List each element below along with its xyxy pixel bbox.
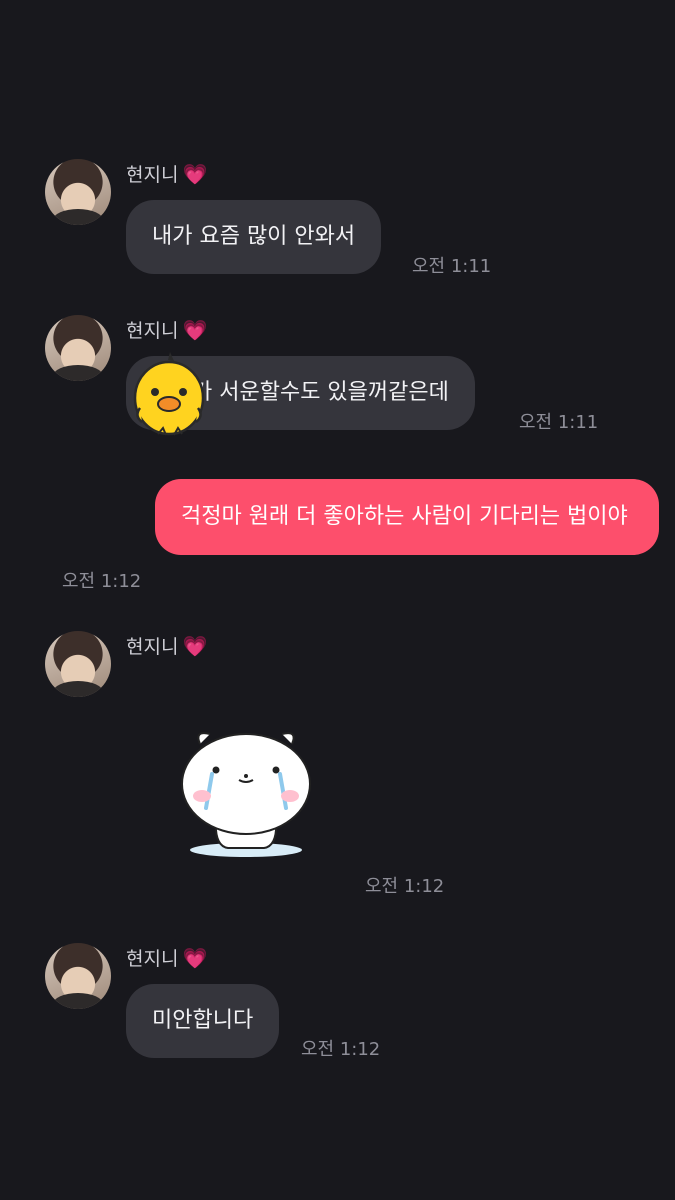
message-time: 오전 1:12 xyxy=(62,571,142,592)
chick-sticker[interactable] xyxy=(130,352,208,438)
message-time: 오전 1:12 xyxy=(365,876,445,897)
sender-name: 현지니 💗 xyxy=(126,945,208,971)
avatar[interactable] xyxy=(45,631,111,697)
sender-name: 현지니 💗 xyxy=(126,317,208,343)
message-time: 오전 1:11 xyxy=(519,412,599,433)
message-bubble[interactable]: 미안합니다 xyxy=(126,984,280,1058)
message-bubble[interactable]: 걱정마 원래 더 좋아하는 사람이 기다리는 법이야 xyxy=(155,479,659,555)
heart-icon: 💗 xyxy=(182,317,208,342)
avatar[interactable] xyxy=(45,943,111,1009)
message-bubble[interactable]: 내가 요즘 많이 안와서 xyxy=(126,200,382,274)
message-time: 오전 1:12 xyxy=(301,1039,381,1060)
crying-bear-emoticon[interactable] xyxy=(176,722,316,862)
heart-icon: 💗 xyxy=(182,633,208,658)
sender-name: 현지니 💗 xyxy=(126,161,208,187)
avatar[interactable] xyxy=(45,315,111,381)
heart-icon: 💗 xyxy=(182,161,208,186)
avatar[interactable] xyxy=(45,159,111,225)
sender-name: 현지니 💗 xyxy=(126,633,208,659)
message-time: 오전 1:11 xyxy=(412,256,492,277)
chat-area: 현지니 💗 내가 요즘 많이 안와서 오전 1:11 현지니 💗 가 서운할수도 있… xyxy=(0,0,675,1200)
heart-icon: 💗 xyxy=(182,945,208,970)
